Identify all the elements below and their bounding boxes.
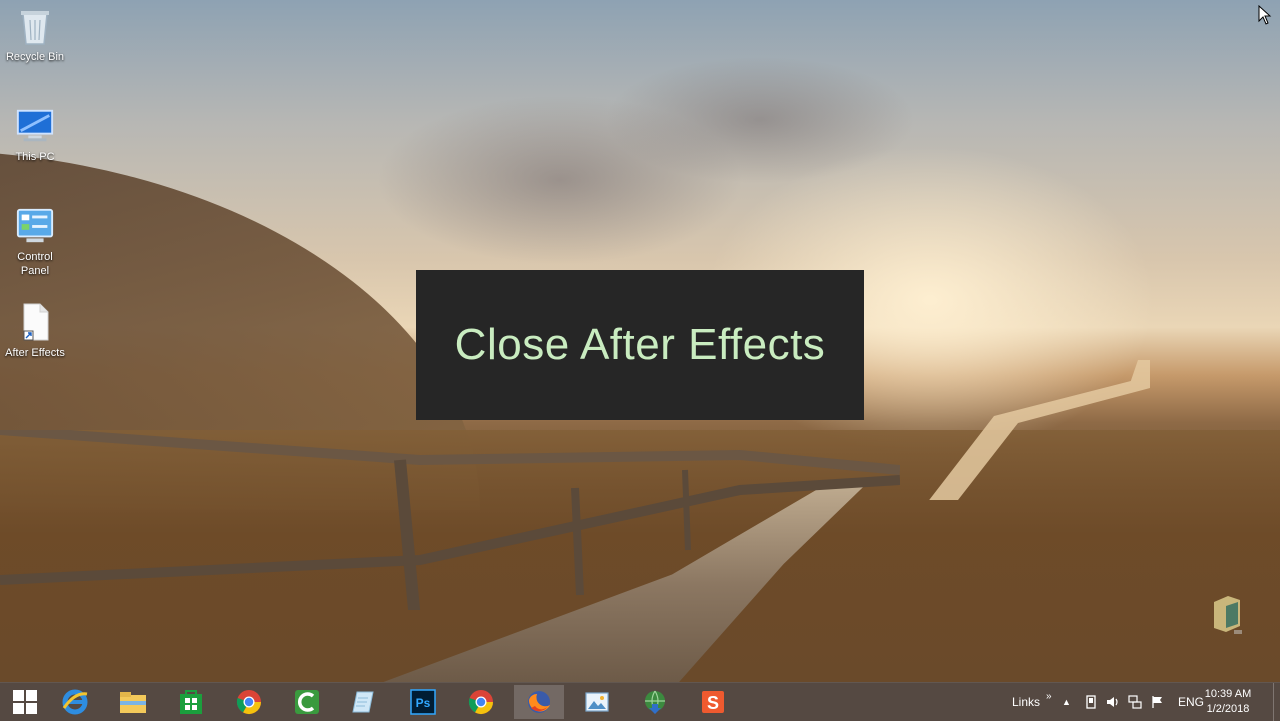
taskbar-photoshop[interactable]: Ps xyxy=(398,685,448,719)
desktop-icon-label: After Effects xyxy=(5,347,65,359)
speaker-icon xyxy=(1107,697,1118,707)
chrome-icon xyxy=(236,690,261,715)
file-explorer-icon xyxy=(120,692,146,713)
desktop-icon-recycle-bin[interactable]: Recycle Bin xyxy=(0,6,70,64)
desktop-icon-label: This PC xyxy=(15,151,55,163)
clock-date: 1/2/2018 xyxy=(1206,703,1250,715)
taskbar-file-explorer[interactable] xyxy=(108,685,158,719)
camtasia-icon xyxy=(295,690,319,714)
start-icon xyxy=(13,690,37,714)
taskbar-photos[interactable] xyxy=(572,685,622,719)
chrome-icon xyxy=(468,690,493,715)
globe-download-icon xyxy=(645,690,665,714)
desktop-icon-label: Control Panel xyxy=(17,251,53,277)
mouse-cursor-icon xyxy=(1258,5,1272,25)
photoshop-icon: Ps xyxy=(410,689,436,715)
tray-network[interactable] xyxy=(1128,683,1142,721)
desktop-icon-control-panel[interactable]: Control Panel xyxy=(0,206,70,278)
taskbar-firefox[interactable] xyxy=(514,685,564,719)
taskbar-store[interactable] xyxy=(166,685,216,719)
links-label: Links xyxy=(1012,695,1041,709)
firefox-icon xyxy=(528,691,550,713)
taskbar-chrome-2[interactable] xyxy=(456,685,506,719)
tray-volume[interactable] xyxy=(1106,683,1120,721)
computer-icon xyxy=(15,106,55,146)
taskbar-notepad[interactable] xyxy=(340,685,390,719)
taskbar-chrome[interactable] xyxy=(224,685,274,719)
links-toolbar[interactable]: Links » xyxy=(1012,683,1052,721)
desktop-icon-label: Recycle Bin xyxy=(5,51,65,63)
clock[interactable]: 10:39 AM 1/2/2018 xyxy=(1198,687,1258,717)
tray-device-icon[interactable] xyxy=(1084,683,1098,721)
show-hidden-icons-button[interactable]: ▲ xyxy=(1062,683,1071,721)
caption-text: Close After Effects xyxy=(454,320,826,369)
shortcut-file-icon xyxy=(15,302,55,342)
start-button[interactable] xyxy=(0,685,50,719)
sublime-icon: S xyxy=(702,691,724,713)
taskbar: Ps S Links » ▲ ENG 10:39 AM 1/2/2018 xyxy=(0,682,1280,721)
svg-text:S: S xyxy=(707,693,719,713)
recycle-bin-icon xyxy=(15,6,55,46)
svg-text:Ps: Ps xyxy=(416,696,431,710)
recorder-floating-icon[interactable] xyxy=(1210,592,1244,636)
notepad-icon xyxy=(352,691,374,713)
internet-explorer-icon xyxy=(62,689,88,715)
photos-icon xyxy=(585,692,609,712)
desktop-icon-this-pc[interactable]: This PC xyxy=(0,106,70,164)
device-icon xyxy=(1086,695,1096,709)
control-panel-icon xyxy=(15,206,55,246)
taskbar-camtasia[interactable] xyxy=(282,685,332,719)
chevron-up-icon: ▲ xyxy=(1062,697,1071,707)
desktop-icon-after-effects[interactable]: After Effects xyxy=(0,302,70,360)
tray-action-center[interactable] xyxy=(1150,683,1164,721)
caption-overlay: Close After Effects xyxy=(416,270,864,420)
links-chevron-icon[interactable]: » xyxy=(1046,691,1052,702)
clock-time: 10:39 AM xyxy=(1204,688,1252,700)
taskbar-sublime[interactable]: S xyxy=(688,685,738,719)
taskbar-internet-explorer[interactable] xyxy=(50,685,100,719)
flag-icon xyxy=(1152,696,1162,708)
network-icon xyxy=(1128,695,1142,709)
show-desktop-button[interactable] xyxy=(1273,683,1280,721)
taskbar-download-manager[interactable] xyxy=(630,685,680,719)
store-icon xyxy=(180,690,202,714)
